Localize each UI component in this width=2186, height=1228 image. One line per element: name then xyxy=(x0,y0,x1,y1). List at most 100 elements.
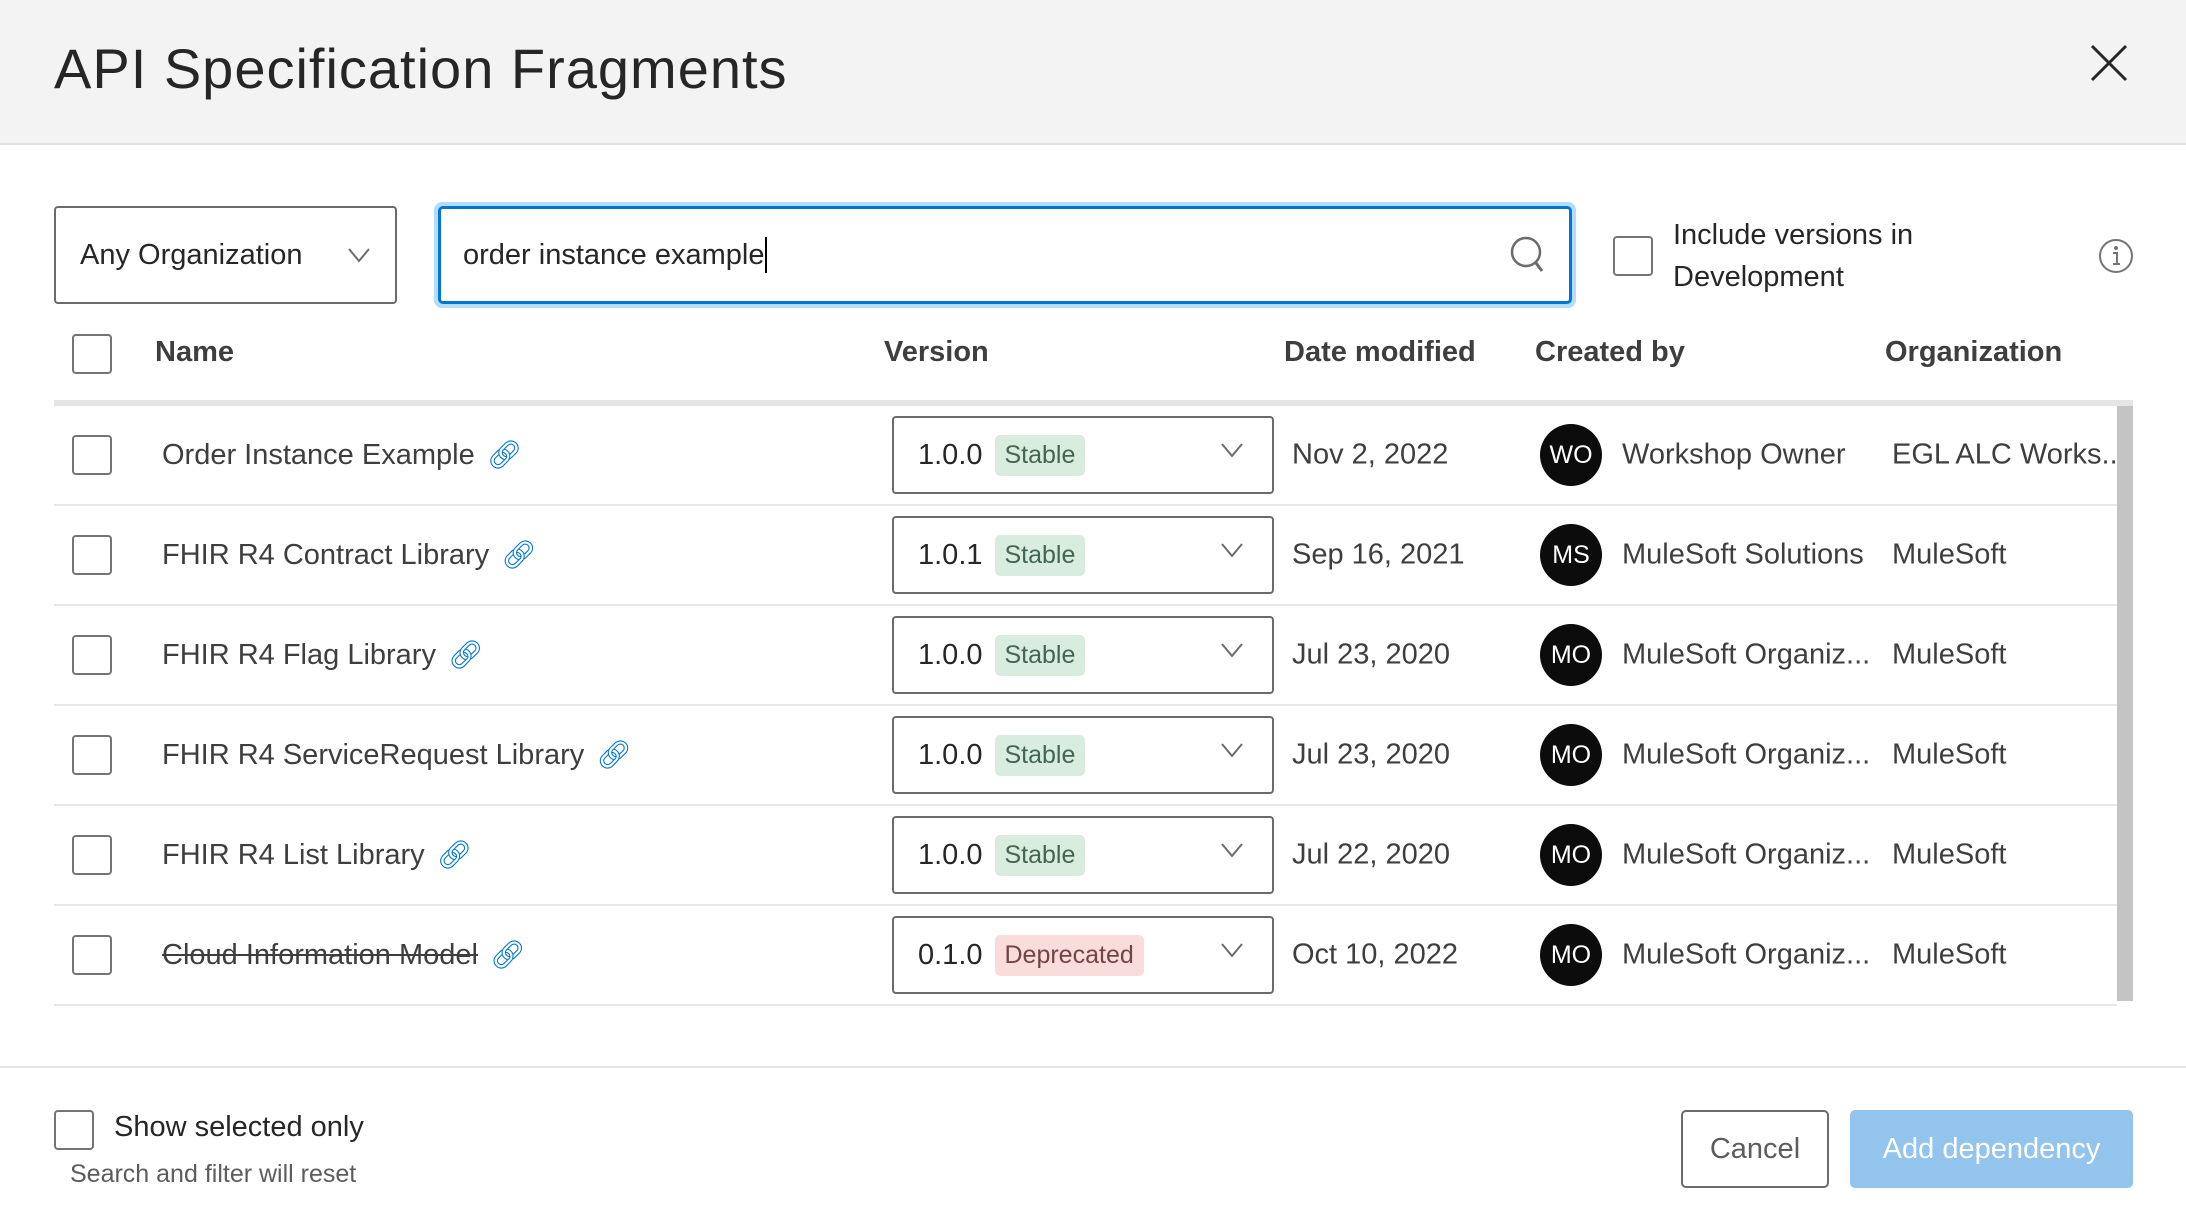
version-select[interactable]: 1.0.1 Stable xyxy=(892,516,1274,594)
column-header-created-by[interactable]: Created by xyxy=(1535,336,1685,369)
date-modified: Sep 16, 2021 xyxy=(1292,538,1465,571)
version-value: 1.0.0 xyxy=(918,438,983,471)
avatar: MO xyxy=(1540,924,1602,986)
chevron-down-icon xyxy=(1221,543,1243,558)
chevron-down-icon xyxy=(1221,643,1243,658)
avatar: MO xyxy=(1540,624,1602,686)
footer-divider xyxy=(0,1066,2186,1068)
date-modified: Jul 23, 2020 xyxy=(1292,638,1451,671)
created-by: MuleSoft Organiz... xyxy=(1622,638,1871,671)
chevron-down-icon xyxy=(1221,843,1243,858)
fragment-name[interactable]: FHIR R4 Contract Library xyxy=(162,539,489,571)
column-header-version[interactable]: Version xyxy=(884,336,989,369)
table-row[interactable]: FHIR R4 ServiceRequest Library 🔗︎ 1.0.0 St… xyxy=(54,706,2117,806)
cancel-button[interactable]: Cancel xyxy=(1681,1110,1829,1188)
fragment-name-cell: FHIR R4 ServiceRequest Library 🔗︎ xyxy=(162,738,632,772)
date-modified: Jul 23, 2020 xyxy=(1292,738,1451,771)
created-by: MuleSoft Organiz... xyxy=(1622,938,1871,971)
created-by: MuleSoft Solutions xyxy=(1622,538,1864,571)
close-icon[interactable] xyxy=(2088,42,2130,84)
row-checkbox[interactable] xyxy=(72,535,112,575)
table-row[interactable]: Order Instance Example 🔗︎ 1.0.0 Stable Nov… xyxy=(54,406,2126,506)
date-modified: Jul 22, 2020 xyxy=(1292,838,1451,871)
avatar: MO xyxy=(1540,824,1602,886)
chevron-down-icon xyxy=(1221,443,1243,458)
fragment-name[interactable]: Order Instance Example xyxy=(162,439,475,471)
version-value: 1.0.1 xyxy=(918,538,983,571)
show-selected-checkbox[interactable] xyxy=(54,1110,94,1150)
table-row[interactable]: FHIR R4 Contract Library 🔗︎ 1.0.1 Stable S… xyxy=(54,506,2117,606)
created-by: MuleSoft Organiz... xyxy=(1622,838,1871,871)
row-checkbox[interactable] xyxy=(72,735,112,775)
table-row[interactable]: FHIR R4 Flag Library 🔗︎ 1.0.0 Stable Jul 2… xyxy=(54,606,2117,706)
version-value: 1.0.0 xyxy=(918,838,983,871)
version-select[interactable]: 1.0.0 Stable xyxy=(892,416,1274,494)
version-select[interactable]: 1.0.0 Stable xyxy=(892,816,1274,894)
chevron-down-icon xyxy=(348,248,370,263)
version-value: 0.1.0 xyxy=(918,938,983,971)
info-icon[interactable] xyxy=(2098,238,2134,274)
link-icon[interactable]: 🔗︎ xyxy=(437,839,473,870)
link-icon[interactable]: 🔗︎ xyxy=(501,539,537,570)
row-checkbox[interactable] xyxy=(72,635,112,675)
organization: MuleSoft xyxy=(1892,738,2007,771)
table-row[interactable]: FHIR R4 List Library 🔗︎ 1.0.0 Stable Jul 2… xyxy=(54,806,2117,906)
table-row[interactable]: Cloud Information Model 🔗︎ 0.1.0 Deprecate… xyxy=(54,906,2117,1006)
organization-dropdown[interactable]: Any Organization xyxy=(54,206,397,304)
search-input[interactable]: order instance example xyxy=(434,202,1576,308)
date-modified: Nov 2, 2022 xyxy=(1292,438,1449,471)
row-checkbox[interactable] xyxy=(72,435,112,475)
link-icon[interactable]: 🔗︎ xyxy=(596,739,632,770)
version-select[interactable]: 1.0.0 Stable xyxy=(892,716,1274,794)
fragment-name[interactable]: FHIR R4 List Library xyxy=(162,839,425,871)
version-value: 1.0.0 xyxy=(918,638,983,671)
include-development-checkbox[interactable] xyxy=(1613,236,1653,276)
status-badge: Stable xyxy=(994,534,1086,576)
link-icon[interactable]: 🔗︎ xyxy=(490,939,526,970)
select-all-checkbox[interactable] xyxy=(72,334,112,374)
search-icon[interactable] xyxy=(1509,235,1547,275)
organization: MuleSoft xyxy=(1892,538,2007,571)
show-selected-label: Show selected only xyxy=(114,1111,364,1143)
organization-value: Any Organization xyxy=(80,238,303,271)
fragment-name[interactable]: FHIR R4 ServiceRequest Library xyxy=(162,739,584,771)
date-modified: Oct 10, 2022 xyxy=(1292,938,1459,971)
status-badge: Stable xyxy=(994,434,1086,476)
include-development-label: Include versions in Development xyxy=(1673,219,1914,293)
status-badge: Stable xyxy=(994,734,1086,776)
link-icon[interactable]: 🔗︎ xyxy=(448,639,484,670)
chevron-down-icon xyxy=(1221,743,1243,758)
chevron-down-icon xyxy=(1221,943,1243,958)
fragment-name-cell: FHIR R4 Contract Library 🔗︎ xyxy=(162,538,537,572)
fragment-name-cell: Cloud Information Model 🔗︎ xyxy=(162,938,526,972)
fragment-name-cell: Order Instance Example 🔗︎ xyxy=(162,438,522,472)
version-select[interactable]: 1.0.0 Stable xyxy=(892,616,1274,694)
organization: MuleSoft xyxy=(1892,838,2007,871)
status-badge: Stable xyxy=(994,634,1086,676)
dialog-title: API Specification Fragments xyxy=(54,37,788,100)
organization: EGL ALC Works... xyxy=(1892,438,2126,471)
avatar: MO xyxy=(1540,724,1602,786)
column-header-organization[interactable]: Organization xyxy=(1885,336,2062,369)
add-dependency-button[interactable]: Add dependency xyxy=(1850,1110,2133,1188)
avatar: MS xyxy=(1540,524,1602,586)
status-badge: Deprecated xyxy=(994,934,1144,976)
organization: MuleSoft xyxy=(1892,638,2007,671)
status-badge: Stable xyxy=(994,834,1086,876)
column-header-date[interactable]: Date modified xyxy=(1284,336,1476,369)
avatar: WO xyxy=(1540,424,1602,486)
created-by: MuleSoft Organiz... xyxy=(1622,738,1871,771)
fragment-name[interactable]: Cloud Information Model xyxy=(162,939,478,971)
version-value: 1.0.0 xyxy=(918,738,983,771)
link-icon[interactable]: 🔗︎ xyxy=(487,439,523,470)
search-value: order instance example xyxy=(463,238,765,271)
version-select[interactable]: 0.1.0 Deprecated xyxy=(892,916,1274,994)
fragment-name[interactable]: FHIR R4 Flag Library xyxy=(162,639,436,671)
organization: MuleSoft xyxy=(1892,938,2007,971)
fragment-name-cell: FHIR R4 Flag Library 🔗︎ xyxy=(162,638,484,672)
column-header-name[interactable]: Name xyxy=(155,336,234,369)
reset-hint: Search and filter will reset xyxy=(70,1160,357,1188)
scrollbar[interactable] xyxy=(2117,406,2133,1001)
row-checkbox[interactable] xyxy=(72,935,112,975)
row-checkbox[interactable] xyxy=(72,835,112,875)
